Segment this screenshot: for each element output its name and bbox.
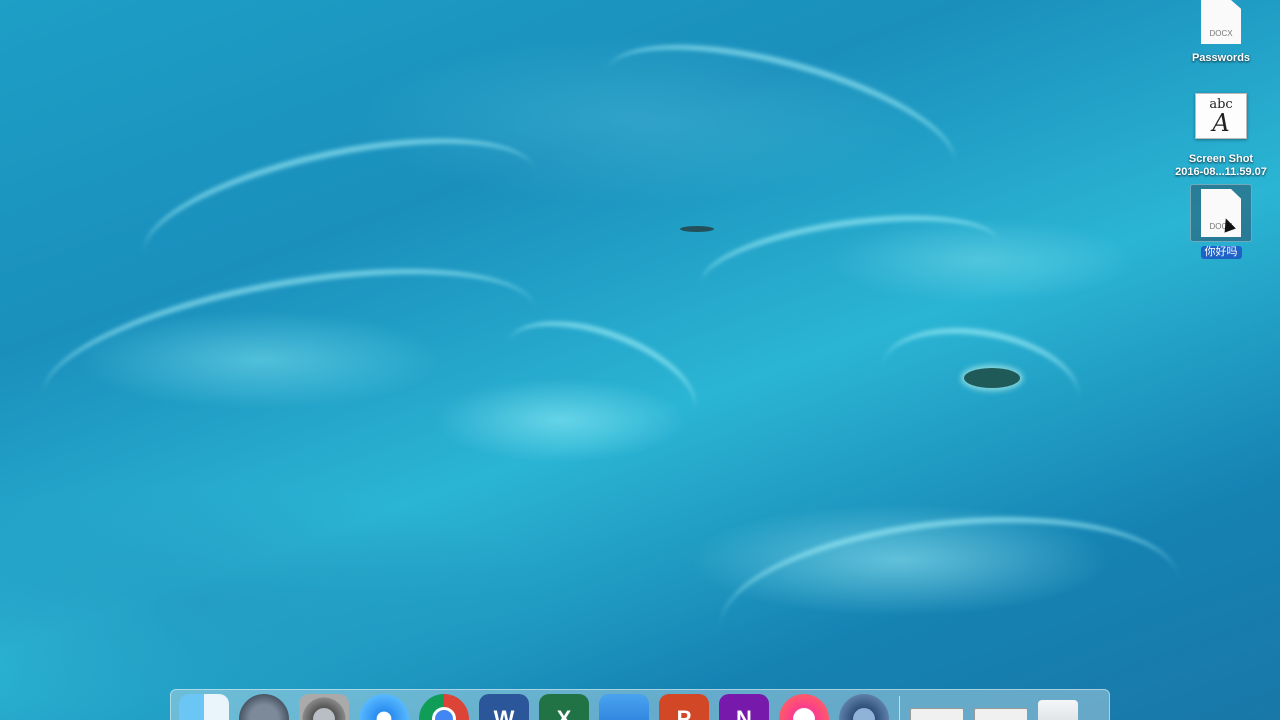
wallpaper-boat — [680, 226, 714, 232]
desktop-icon-passwords[interactable]: DOCX Passwords — [1166, 0, 1276, 65]
powerpoint-icon[interactable]: P — [659, 694, 709, 720]
launchpad-icon[interactable] — [239, 694, 289, 720]
quicktime-icon[interactable] — [839, 694, 889, 720]
chrome-icon[interactable] — [419, 694, 469, 720]
docx-file-icon: DOCX — [1190, 184, 1252, 242]
dock-separator — [899, 696, 900, 720]
file-ext-label: DOCX — [1209, 29, 1233, 38]
excel-icon-letter: X — [556, 706, 572, 720]
desktop-icon-label: 你好吗 — [1200, 246, 1242, 259]
itunes-icon[interactable] — [779, 694, 829, 720]
wallpaper-island — [964, 368, 1020, 388]
desktop-icon-label-line1: Screen Shot — [1188, 153, 1254, 165]
safari-icon[interactable] — [359, 694, 409, 720]
trash-icon[interactable] — [1038, 700, 1078, 720]
onenote-icon-letter: N — [736, 706, 752, 720]
desktop-icon-label-line2: 2016-08...11.59.07 — [1175, 166, 1267, 178]
excel-icon[interactable]: X — [539, 694, 589, 720]
desktop-icon-screen-shot[interactable]: abc A Screen Shot 2016-08...11.59.07 — [1166, 93, 1276, 179]
onenote-icon[interactable]: N — [719, 694, 769, 720]
minimized-window-2[interactable] — [974, 708, 1028, 720]
docx-file-icon: DOCX — [1201, 0, 1241, 44]
wallpaper-wave — [695, 199, 1005, 327]
desktop[interactable]: DOCX Passwords abc A Screen Shot 2016-08… — [0, 0, 1280, 720]
wallpaper-wave — [591, 15, 969, 221]
desktop-icon-label: Screen Shot 2016-08...11.59.07 — [1175, 153, 1267, 179]
minimized-window-1[interactable] — [910, 708, 964, 720]
word-icon[interactable]: W — [479, 694, 529, 720]
powerpoint-icon-letter: P — [676, 706, 692, 720]
system-preferences-icon[interactable] — [299, 694, 349, 720]
word-icon-letter: W — [493, 706, 515, 720]
dock: W X P N — [170, 689, 1110, 720]
keynote-icon[interactable] — [599, 694, 649, 720]
thumb-text-large: A — [1212, 108, 1230, 137]
finder-icon[interactable] — [179, 694, 229, 720]
desktop-icon-label: Passwords — [1191, 52, 1251, 64]
font-file-icon: abc A — [1195, 93, 1247, 139]
wallpaper-wave — [712, 496, 1188, 710]
